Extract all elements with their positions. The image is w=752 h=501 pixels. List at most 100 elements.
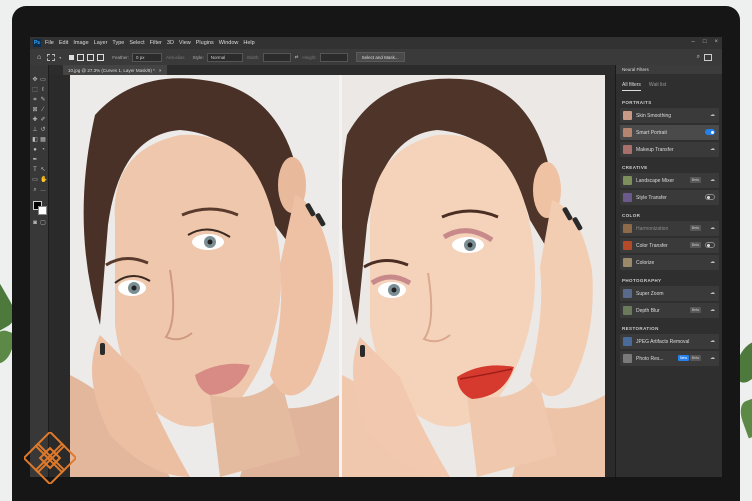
close-icon[interactable]: × <box>714 39 718 45</box>
close-tab-icon[interactable]: × <box>159 68 162 73</box>
beta-badge: Beta <box>689 242 701 248</box>
cloud-download-icon[interactable]: ☁ <box>710 146 715 152</box>
history-brush-tool-icon[interactable]: ↺ <box>40 127 46 133</box>
cloud-download-icon[interactable]: ☁ <box>710 355 715 361</box>
zoom-tool-icon[interactable]: ⌕ <box>32 187 38 193</box>
category-creative: CREATIVE <box>622 165 648 170</box>
swap-icon[interactable]: ⇄ <box>295 54 299 60</box>
filter-row-skin-smoothing[interactable]: Skin Smoothing ☁ <box>620 108 719 123</box>
gradient-tool-icon[interactable]: ▦ <box>40 137 46 143</box>
subtract-selection-icon[interactable] <box>87 53 95 61</box>
filter-thumbnail <box>623 289 632 298</box>
menu-help[interactable]: Help <box>243 40 254 46</box>
menu-edit[interactable]: Edit <box>59 40 68 46</box>
minimize-icon[interactable]: – <box>692 39 695 45</box>
cloud-download-icon[interactable]: ☁ <box>710 259 715 265</box>
artboard-tool-icon[interactable]: ▭ <box>40 77 46 83</box>
category-photography: PHOTOGRAPHY <box>622 278 662 283</box>
more-tools-icon[interactable]: … <box>40 187 46 193</box>
eraser-tool-icon[interactable]: ◧ <box>32 137 38 143</box>
menu-file[interactable]: File <box>45 40 54 46</box>
add-selection-icon[interactable] <box>77 53 85 61</box>
height-input[interactable] <box>319 52 348 62</box>
search-icon[interactable]: ⌕ <box>697 54 700 61</box>
beta-badge: Beta <box>689 177 701 183</box>
menu-select[interactable]: Select <box>129 40 144 46</box>
path-select-tool-icon[interactable]: ↖ <box>40 167 46 173</box>
maximize-icon[interactable]: □ <box>703 39 707 45</box>
dodge-tool-icon[interactable]: ◔ <box>40 147 46 153</box>
eyedropper-tool-icon[interactable]: ⁄ <box>40 107 46 113</box>
filter-name: JPEG Artifacts Removal <box>636 338 690 345</box>
menu-view[interactable]: View <box>179 40 191 46</box>
menu-plugins[interactable]: Plugins <box>196 40 214 46</box>
category-color: COLOR <box>622 213 641 218</box>
filter-row-photo-res[interactable]: Photo Res... New Beta ☁ <box>620 351 719 366</box>
filter-thumbnail <box>623 128 632 137</box>
menu-window[interactable]: Window <box>219 40 239 46</box>
rectangle-tool-icon[interactable]: ▭ <box>32 177 38 183</box>
feather-input[interactable]: 0 px <box>132 52 163 62</box>
marquee-tool-icon[interactable] <box>47 53 56 61</box>
document-tab[interactable]: 10.jpg @ 27.3% (Curves 1, Layer Mask/8) … <box>63 65 167 75</box>
cloud-download-icon[interactable]: ☁ <box>710 225 715 231</box>
hand-tool-icon[interactable]: ✋ <box>40 177 47 183</box>
workspace-icon[interactable] <box>704 53 712 61</box>
pen-tool-icon[interactable]: ✒ <box>32 157 38 163</box>
filter-toggle[interactable] <box>705 129 715 135</box>
brush-tool-icon[interactable]: ✐ <box>40 117 46 123</box>
document-tab-title: 10.jpg @ 27.3% (Curves 1, Layer Mask/8) … <box>68 67 155 73</box>
crop-tool-icon[interactable]: ⌗ <box>32 97 38 103</box>
select-and-mask-button[interactable]: Select and Mask... <box>355 52 405 62</box>
frame-tool-icon[interactable]: ⊠ <box>32 107 38 113</box>
document-canvas[interactable] <box>70 75 605 477</box>
filter-row-landscape-mixer[interactable]: Landscape Mixer Beta ☁ <box>620 173 719 188</box>
tab-all-filters[interactable]: All filters <box>622 82 641 91</box>
lasso-tool-icon[interactable]: ℓ <box>40 87 46 93</box>
menu-filter[interactable]: Filter <box>150 40 162 46</box>
type-tool-icon[interactable]: T <box>32 167 38 173</box>
quick-select-tool-icon[interactable]: ✎ <box>40 97 46 103</box>
filter-row-color-transfer[interactable]: Color Transfer Beta <box>620 238 719 253</box>
screen-mode-icon[interactable]: ▢ <box>40 220 46 226</box>
style-select[interactable]: Normal <box>206 52 243 62</box>
marquee-tool-icon[interactable]: ⬚ <box>32 87 38 93</box>
filter-toggle[interactable] <box>705 242 715 248</box>
filter-thumbnail <box>623 111 632 120</box>
filter-row-smart-portrait[interactable]: Smart Portrait <box>620 125 719 140</box>
width-input[interactable] <box>262 52 291 62</box>
canvas-scrollbar[interactable] <box>605 75 615 477</box>
filter-row-colorize[interactable]: Colorize ☁ <box>620 255 719 270</box>
menu-type[interactable]: Type <box>112 40 124 46</box>
background-color-swatch[interactable] <box>38 206 47 215</box>
anti-alias-label[interactable]: Anti-alias <box>166 55 185 60</box>
quick-mask-icon[interactable]: ◙ <box>32 220 38 226</box>
filter-row-style-transfer[interactable]: Style Transfer <box>620 190 719 205</box>
menu-image[interactable]: Image <box>73 40 88 46</box>
clone-stamp-tool-icon[interactable]: ⊥ <box>32 127 38 133</box>
move-tool-icon[interactable]: ✥ <box>32 77 38 83</box>
menu-3d[interactable]: 3D <box>167 40 174 46</box>
filter-row-depth-blur[interactable]: Depth Blur Beta ☁ <box>620 303 719 318</box>
filter-name: Color Transfer <box>636 242 668 249</box>
cloud-download-icon[interactable]: ☁ <box>710 112 715 118</box>
intersect-selection-icon[interactable] <box>97 53 105 61</box>
cloud-download-icon[interactable]: ☁ <box>710 307 715 313</box>
filter-row-harmonization[interactable]: Harmonization Beta ☁ <box>620 221 719 236</box>
feather-label: Feather: <box>112 54 130 60</box>
cloud-download-icon[interactable]: ☁ <box>710 290 715 296</box>
filter-name: Style Transfer <box>636 194 667 201</box>
healing-brush-tool-icon[interactable]: ✚ <box>32 117 38 123</box>
tab-wait-list[interactable]: Wait list <box>649 82 666 88</box>
home-icon[interactable]: ⌂ <box>37 54 41 61</box>
filter-row-jpeg-artifacts-removal[interactable]: JPEG Artifacts Removal ☁ <box>620 334 719 349</box>
filter-row-super-zoom[interactable]: Super Zoom ☁ <box>620 286 719 301</box>
filter-toggle[interactable] <box>705 194 715 200</box>
menu-layer[interactable]: Layer <box>94 40 108 46</box>
filter-row-makeup-transfer[interactable]: Makeup Transfer ☁ <box>620 142 719 157</box>
new-selection-icon[interactable] <box>69 54 75 60</box>
blur-tool-icon[interactable]: ● <box>32 147 38 153</box>
cloud-download-icon[interactable]: ☁ <box>710 177 715 183</box>
cloud-download-icon[interactable]: ☁ <box>710 338 715 344</box>
chevron-down-icon[interactable]: ▾ <box>59 55 61 60</box>
